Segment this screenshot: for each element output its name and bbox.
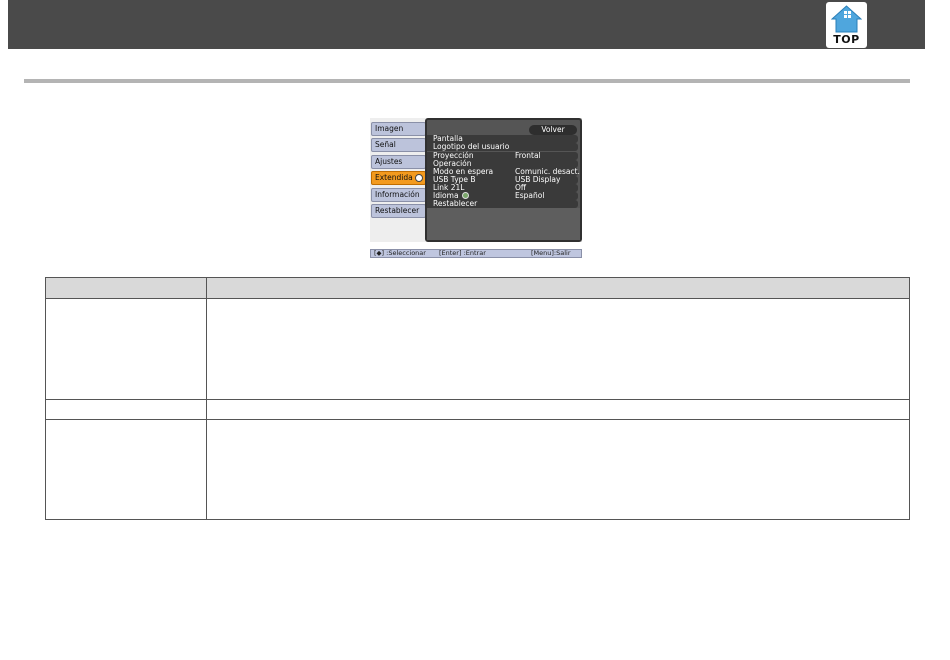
home-icon — [831, 5, 862, 33]
tab-label: Imagen — [375, 124, 404, 133]
help-select: [◆] :Seleccionar — [374, 249, 426, 257]
globe-icon — [461, 192, 469, 199]
tab-imagen[interactable]: Imagen — [371, 122, 426, 136]
tab-label: Extendida — [375, 173, 413, 182]
tab-extendida[interactable]: Extendida — [371, 171, 426, 185]
tab-label: Restablecer — [375, 206, 420, 215]
table-row-divider — [46, 399, 909, 400]
selected-arrow-icon — [415, 174, 423, 182]
submenu-panel: Volver Pantalla Logotipo del usuario Pro… — [425, 118, 582, 242]
tab-informacion[interactable]: Información — [371, 188, 426, 202]
table-header-row — [46, 278, 909, 299]
table-row-divider — [46, 419, 909, 420]
menu-item-restablecer[interactable]: Restablecer — [427, 199, 578, 208]
tab-label: Ajustes — [375, 157, 403, 166]
projector-menu-screenshot: Imagen Señal Ajustes Extendida Informaci… — [370, 118, 582, 242]
help-exit: [Menu]:Salir — [531, 249, 571, 257]
menu-item-label: Logotipo del usuario — [433, 142, 510, 151]
top-header-bar — [8, 0, 925, 49]
submenu-empty-area — [427, 208, 580, 240]
menu-item-value: Frontal — [515, 151, 541, 160]
menu-tab-column: Imagen Señal Ajustes Extendida Informaci… — [370, 118, 428, 242]
menu-help-bar: [◆] :Seleccionar [Enter] :Entrar [Menu]:… — [370, 249, 582, 258]
menu-item-logotipo[interactable]: Logotipo del usuario — [427, 142, 578, 151]
help-enter: [Enter] :Entrar — [439, 249, 486, 257]
tab-label: Información — [375, 190, 420, 199]
menu-item-label: Restablecer — [433, 199, 478, 208]
top-label: TOP — [833, 33, 860, 46]
back-button[interactable]: Volver — [529, 125, 577, 135]
tab-restablecer[interactable]: Restablecer — [371, 204, 426, 218]
section-divider — [24, 79, 910, 83]
tab-ajustes[interactable]: Ajustes — [371, 155, 426, 169]
tab-senal[interactable]: Señal — [371, 138, 426, 152]
top-home-button[interactable]: TOP — [826, 2, 867, 48]
settings-table — [45, 277, 910, 520]
tab-label: Señal — [375, 140, 396, 149]
menu-item-value: Español — [515, 191, 545, 200]
